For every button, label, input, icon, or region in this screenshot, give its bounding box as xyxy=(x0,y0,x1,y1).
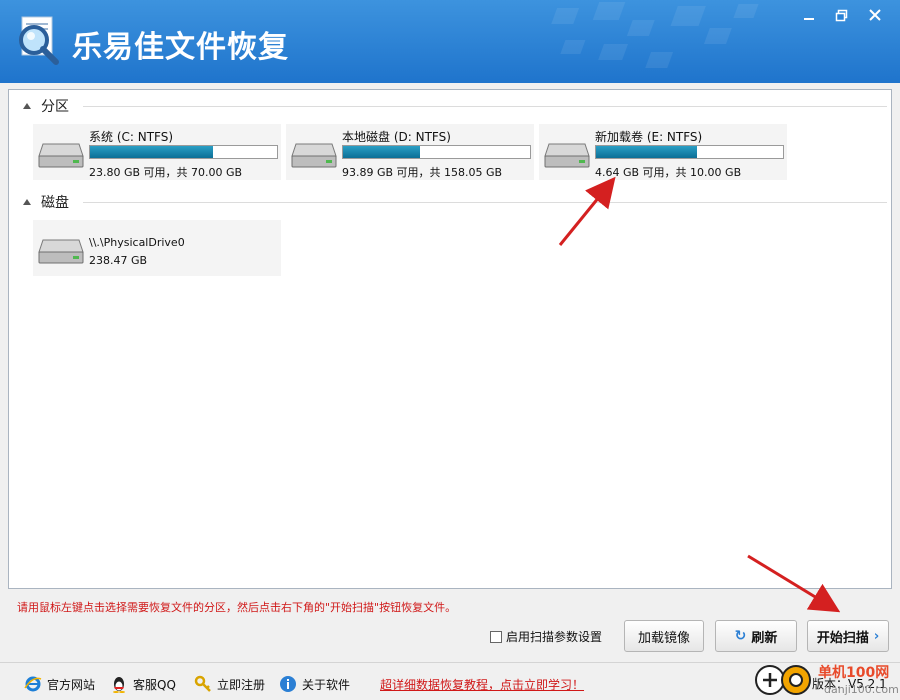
register-label: 立即注册 xyxy=(217,677,266,692)
start-scan-button[interactable]: 开始扫描 › xyxy=(807,620,889,652)
about-label: 关于软件 xyxy=(302,677,351,692)
drive-list-panel: 分区 系统 (C: NTFS) 23.80 GB 可用，共 70.00 GB 本… xyxy=(8,89,892,589)
load-image-button[interactable]: 加载镜像 xyxy=(624,620,704,652)
partition-c[interactable]: 系统 (C: NTFS) 23.80 GB 可用，共 70.00 GB xyxy=(33,124,281,180)
partition-info: 23.80 GB 可用，共 70.00 GB xyxy=(89,166,243,179)
qq-penguin-icon xyxy=(110,675,128,693)
partitions-section-header[interactable]: 分区 xyxy=(23,96,69,116)
disks-section-header[interactable]: 磁盘 xyxy=(23,192,69,212)
refresh-button[interactable]: ↻ 刷新 xyxy=(715,620,797,652)
site-watermark: 单机100网 danji100.com xyxy=(755,664,899,696)
partition-info: 4.64 GB 可用，共 10.00 GB xyxy=(595,166,742,179)
support-qq-label: 客服QQ xyxy=(133,677,176,692)
official-website-label: 官方网站 xyxy=(47,677,96,692)
partition-usage-bar xyxy=(89,145,278,159)
restore-button[interactable] xyxy=(828,4,854,26)
load-image-label: 加载镜像 xyxy=(637,630,690,646)
disks-label: 磁盘 xyxy=(41,195,69,211)
restore-icon xyxy=(835,9,847,21)
partition-d[interactable]: 本地磁盘 (D: NTFS) 93.89 GB 可用，共 158.05 GB xyxy=(286,124,534,180)
section-divider xyxy=(83,106,887,107)
title-bar: 乐易佳文件恢复 xyxy=(0,0,900,83)
hard-drive-icon xyxy=(38,239,84,264)
partition-name: 本地磁盘 (D: NTFS) xyxy=(342,130,451,144)
hard-drive-icon xyxy=(291,143,337,168)
disk-name: \\.\PhysicalDrive0 xyxy=(89,236,185,249)
browser-icon xyxy=(24,675,42,693)
physical-disk-0[interactable]: \\.\PhysicalDrive0 238.47 GB xyxy=(33,220,281,276)
partition-name: 新加载卷 (E: NTFS) xyxy=(595,130,703,144)
minimize-button[interactable] xyxy=(796,4,822,26)
section-divider xyxy=(83,202,887,203)
close-button[interactable] xyxy=(862,4,888,26)
key-icon xyxy=(194,675,212,693)
info-icon xyxy=(279,675,297,693)
official-website-link[interactable]: 官方网站 xyxy=(24,675,95,693)
scan-params-checkbox-row[interactable]: 启用扫描参数设置 xyxy=(490,628,602,645)
collapse-triangle-icon xyxy=(23,199,31,205)
scan-params-label: 启用扫描参数设置 xyxy=(506,630,603,644)
partition-name: 系统 (C: NTFS) xyxy=(89,130,174,144)
scan-params-checkbox[interactable] xyxy=(490,630,502,643)
partition-e[interactable]: 新加载卷 (E: NTFS) 4.64 GB 可用，共 10.00 GB xyxy=(539,124,787,180)
support-qq-link[interactable]: 客服QQ xyxy=(110,675,176,693)
partition-info: 93.89 GB 可用，共 158.05 GB xyxy=(342,166,503,179)
partitions-label: 分区 xyxy=(41,99,69,115)
refresh-label: 刷新 xyxy=(751,630,778,646)
app-logo-icon xyxy=(19,16,59,65)
instruction-hint: 请用鼠标左键点击选择需要恢复文件的分区，然后点击右下角的"开始扫描"按钮恢复文件… xyxy=(17,601,457,614)
chevron-right-icon: › xyxy=(873,628,880,644)
minimize-icon xyxy=(804,18,814,20)
window-title: 乐易佳文件恢复 xyxy=(72,30,289,65)
close-icon xyxy=(869,9,881,21)
watermark-url: danji100.com xyxy=(824,683,899,696)
usage-fill xyxy=(596,146,697,158)
tutorial-promo-link[interactable]: 超详细数据恢复教程，点击立即学习！ xyxy=(380,676,584,693)
start-scan-label: 开始扫描 xyxy=(816,630,869,646)
hard-drive-icon xyxy=(38,143,84,168)
refresh-icon: ↻ xyxy=(734,628,747,644)
title-bar-pattern xyxy=(551,2,759,68)
usage-fill xyxy=(343,146,420,158)
hard-drive-icon xyxy=(544,143,590,168)
register-link[interactable]: 立即注册 xyxy=(194,675,265,693)
usage-fill xyxy=(90,146,214,158)
watermark-text: 单机100网 xyxy=(818,664,889,681)
collapse-triangle-icon xyxy=(23,103,31,109)
disk-info: 238.47 GB xyxy=(89,254,148,267)
partition-usage-bar xyxy=(595,145,784,159)
partition-usage-bar xyxy=(342,145,531,159)
about-link[interactable]: 关于软件 xyxy=(279,675,350,693)
